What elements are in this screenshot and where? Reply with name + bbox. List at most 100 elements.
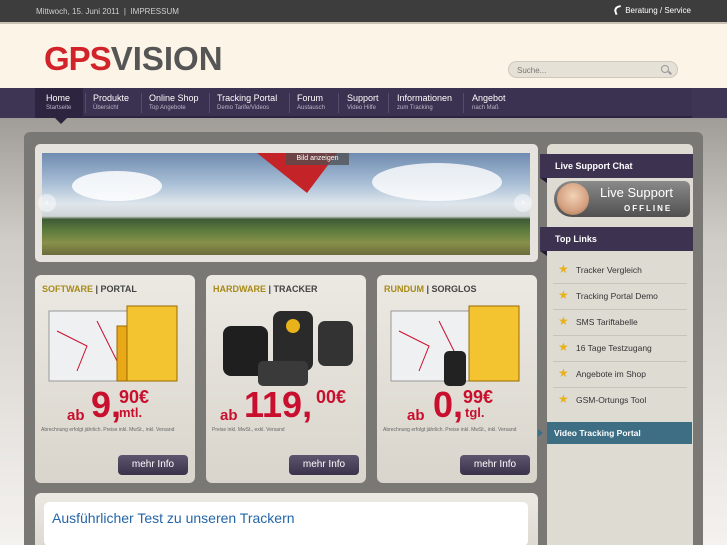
nav-sublabel: Video Hilfe xyxy=(347,105,376,111)
sidebar-link-gsm-ortung[interactable]: ★ GSM-Ortungs Tool xyxy=(547,387,693,413)
slider-image[interactable] xyxy=(42,153,530,255)
nav-item-home[interactable]: Home Startseite xyxy=(35,88,83,118)
box-heading-a: SOFTWARE xyxy=(42,284,93,294)
main-content: Bild anzeigen ‹ › SOFTWARE | PORTAL ab 9… xyxy=(35,144,538,545)
price-suffix: tgl. xyxy=(465,405,485,420)
live-support-label: Live Support xyxy=(600,185,673,200)
test-panel: Ausführlicher Test zu unseren Trackern xyxy=(44,502,528,545)
slider-next-button[interactable]: › xyxy=(514,194,532,212)
separator: | xyxy=(123,7,126,16)
live-support-heading: Live Support Chat xyxy=(540,154,693,183)
nav-divider xyxy=(338,93,339,113)
nav-label: Home xyxy=(46,93,71,103)
logo-vision: VISION xyxy=(110,40,223,77)
cloud xyxy=(372,163,502,201)
test-title[interactable]: Ausführlicher Test zu unseren Trackern xyxy=(52,510,295,526)
current-date: Mittwoch, 15. Juni 2011 xyxy=(36,7,120,16)
sidebar-link-label: 16 Tage Testzugang xyxy=(576,343,652,353)
nav-sublabel: nach Maß xyxy=(472,105,499,111)
sidebar-link-label: Tracker Vergleich xyxy=(576,265,642,275)
top-links-heading: Top Links xyxy=(540,227,693,256)
box-heading-b: TRACKER xyxy=(273,284,318,294)
impressum-link[interactable]: IMPRESSUM xyxy=(130,7,178,16)
cloud xyxy=(72,171,162,201)
price-main: 0, xyxy=(433,384,464,425)
nav-divider xyxy=(141,93,142,113)
more-info-button[interactable]: mehr Info xyxy=(118,455,188,475)
video-tracking-portal-heading[interactable]: Video Tracking Portal xyxy=(547,422,692,444)
box-heading: HARDWARE | TRACKER xyxy=(213,284,318,294)
nav-label: Informationen xyxy=(397,93,453,103)
price-suffix: mtl. xyxy=(119,405,143,420)
box-heading-b: PORTAL xyxy=(100,284,137,294)
nav-inner: Home Startseite Produkte Übersicht Online … xyxy=(35,88,692,118)
price-prefix: ab xyxy=(407,407,425,424)
nav-label: Tracking Portal xyxy=(217,93,278,103)
nav-divider xyxy=(463,93,464,113)
nav-label: Produkte xyxy=(93,93,130,103)
nav-sublabel: Top Angebote xyxy=(149,105,186,111)
nav-label: Angebot xyxy=(472,93,506,103)
active-nav-indicator xyxy=(55,118,67,124)
nav-item-produkte[interactable]: Produkte Übersicht xyxy=(93,88,141,118)
live-support-banner[interactable]: Live Support OFFLINE xyxy=(554,181,690,217)
top-bar: Mittwoch, 15. Juni 2011 | IMPRESSUM Bera… xyxy=(0,0,727,22)
nav-divider xyxy=(388,93,389,113)
date-line: Mittwoch, 15. Juni 2011 | IMPRESSUM xyxy=(36,7,179,16)
nav-label: Forum xyxy=(297,93,324,103)
star-icon: ★ xyxy=(558,392,569,406)
nav-item-informationen[interactable]: Informationen zum Tracking xyxy=(397,88,459,118)
box-heading: RUNDUM | SORGLOS xyxy=(384,284,477,294)
nav-item-online-shop[interactable]: Online Shop Top Angebote xyxy=(149,88,209,118)
more-info-button[interactable]: mehr Info xyxy=(289,455,359,475)
sidebar-link-portal-demo[interactable]: ★ Tracking Portal Demo xyxy=(547,283,693,309)
box-heading: SOFTWARE | PORTAL xyxy=(42,284,137,294)
nav-item-support[interactable]: Support Video Hilfe xyxy=(347,88,387,118)
star-icon: ★ xyxy=(558,366,569,380)
nav-divider xyxy=(85,93,86,113)
slider-prev-button[interactable]: ‹ xyxy=(38,194,56,212)
header: GPSVISION xyxy=(0,22,727,88)
show-image-button[interactable]: Bild anzeigen xyxy=(286,153,349,165)
box-fine-print: Preise inkl. MwSt., exkl. Versand xyxy=(212,427,285,433)
price-prefix: ab xyxy=(67,407,85,424)
price-main: 119, xyxy=(244,384,313,425)
nav-sublabel: Übersicht xyxy=(93,105,119,111)
search-icon[interactable] xyxy=(661,65,669,73)
support-agent-avatar xyxy=(557,183,589,215)
live-support-status: OFFLINE xyxy=(624,204,673,213)
star-icon: ★ xyxy=(558,314,569,328)
sidebar-link-testzugang[interactable]: ★ 16 Tage Testzugang xyxy=(547,335,693,361)
box-heading-sep: | xyxy=(266,284,274,294)
sidebar-link-label: GSM-Ortungs Tool xyxy=(576,395,647,405)
sidebar: Live Support Chat Live Support OFFLINE T… xyxy=(540,144,693,545)
search-input[interactable] xyxy=(517,64,657,76)
search-box xyxy=(508,61,678,78)
sidebar-link-tracker-vergleich[interactable]: ★ Tracker Vergleich xyxy=(547,257,693,283)
nav-item-forum[interactable]: Forum Austausch xyxy=(297,88,337,118)
nav-sublabel: Startseite xyxy=(46,105,72,111)
nav-sublabel: Demo Tarife/Videos xyxy=(217,105,270,111)
service-link[interactable]: Beratung / Service xyxy=(613,4,691,16)
star-icon: ★ xyxy=(558,262,569,276)
product-box-rundum: RUNDUM | SORGLOS ab 0, 99€ tgl. Abrechnu… xyxy=(377,275,537,483)
nav-item-angebot[interactable]: Angebot nach Maß xyxy=(472,88,512,118)
nav-item-tracking-portal[interactable]: Tracking Portal Demo Tarife/Videos xyxy=(217,88,289,118)
nav-divider xyxy=(289,93,290,113)
price-prefix: ab xyxy=(220,407,238,424)
nav-label: Online Shop xyxy=(149,93,199,103)
logo-gps: GPS xyxy=(44,40,112,77)
image-slider: Bild anzeigen ‹ › xyxy=(35,144,538,262)
more-info-button[interactable]: mehr Info xyxy=(460,455,530,475)
phone-icon xyxy=(613,4,624,16)
price-main: 9, xyxy=(91,384,122,425)
sidebar-link-sms-tariftabelle[interactable]: ★ SMS Tariftabelle xyxy=(547,309,693,335)
sidebar-link-angebote-shop[interactable]: ★ Angebote im Shop xyxy=(547,361,693,387)
box-fine-print: Abrechnung erfolgt jährlich. Preise inkl… xyxy=(41,427,175,433)
site-logo[interactable]: GPSVISION xyxy=(44,42,223,75)
box-fine-print: Abrechnung erfolgt jährlich. Preise inkl… xyxy=(383,427,517,433)
product-box-hardware: HARDWARE | TRACKER ab 119, 00€ Preise in… xyxy=(206,275,366,483)
main-nav: Home Startseite Produkte Übersicht Online … xyxy=(0,88,727,118)
star-icon: ★ xyxy=(558,340,569,354)
nav-sublabel: Austausch xyxy=(297,105,326,111)
